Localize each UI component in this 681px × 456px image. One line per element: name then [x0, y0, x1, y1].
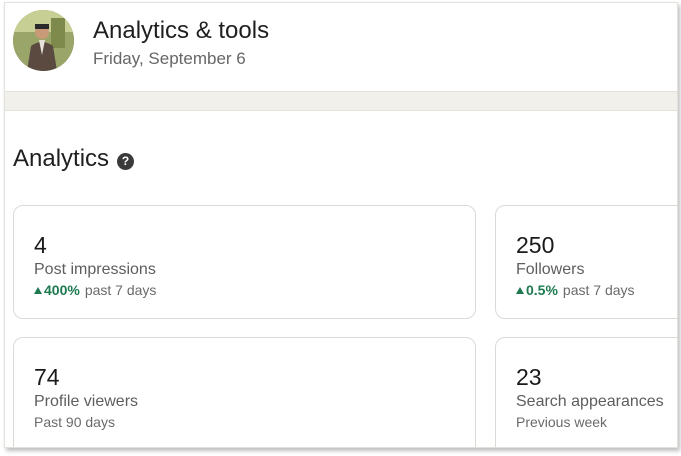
section-divider: [5, 91, 677, 111]
metric-value: 74: [34, 364, 60, 390]
metric-label: Search appearances: [516, 393, 664, 410]
search-appearances-card[interactable]: 23 Search appearances Previous week: [495, 337, 677, 447]
page-header: Analytics & tools Friday, September 6: [5, 3, 677, 91]
followers-card[interactable]: 250 Followers 0.5% past 7 days: [495, 205, 677, 319]
profile-viewers-card[interactable]: 74 Profile viewers Past 90 days: [13, 337, 476, 447]
analytics-title: Analytics: [13, 145, 110, 172]
trend-value: 0.5%: [526, 282, 558, 298]
trend-indicator: 0.5%: [516, 282, 558, 298]
trend-up-icon: [34, 287, 42, 294]
metric-value: 250: [516, 232, 555, 258]
metric-period: past 7 days: [84, 282, 157, 298]
metric-change: 400% past 7 days: [34, 282, 156, 298]
trend-value: 400%: [44, 282, 80, 298]
post-impressions-card[interactable]: 4 Post impressions 400% past 7 days: [13, 205, 476, 319]
metric-period: Previous week: [516, 414, 608, 430]
analytics-heading: Analytics ?: [13, 145, 135, 173]
help-icon[interactable]: ?: [117, 152, 135, 170]
avatar[interactable]: [13, 10, 74, 71]
metric-label: Profile viewers: [34, 393, 139, 410]
metric-period: past 7 days: [562, 282, 635, 298]
metric-value: 23: [516, 364, 542, 390]
trend-up-icon: [516, 287, 524, 294]
page-title: Analytics & tools: [93, 17, 270, 44]
metric-period: Past 90 days: [34, 414, 115, 430]
metric-label: Followers: [516, 261, 585, 278]
metric-label: Post impressions: [34, 261, 156, 278]
page-date: Friday, September 6: [93, 49, 246, 68]
trend-indicator: 400%: [34, 282, 80, 298]
analytics-panel: Analytics & tools Friday, September 6 An…: [4, 2, 678, 448]
metric-value: 4: [34, 232, 47, 258]
metric-change: 0.5% past 7 days: [516, 282, 635, 298]
